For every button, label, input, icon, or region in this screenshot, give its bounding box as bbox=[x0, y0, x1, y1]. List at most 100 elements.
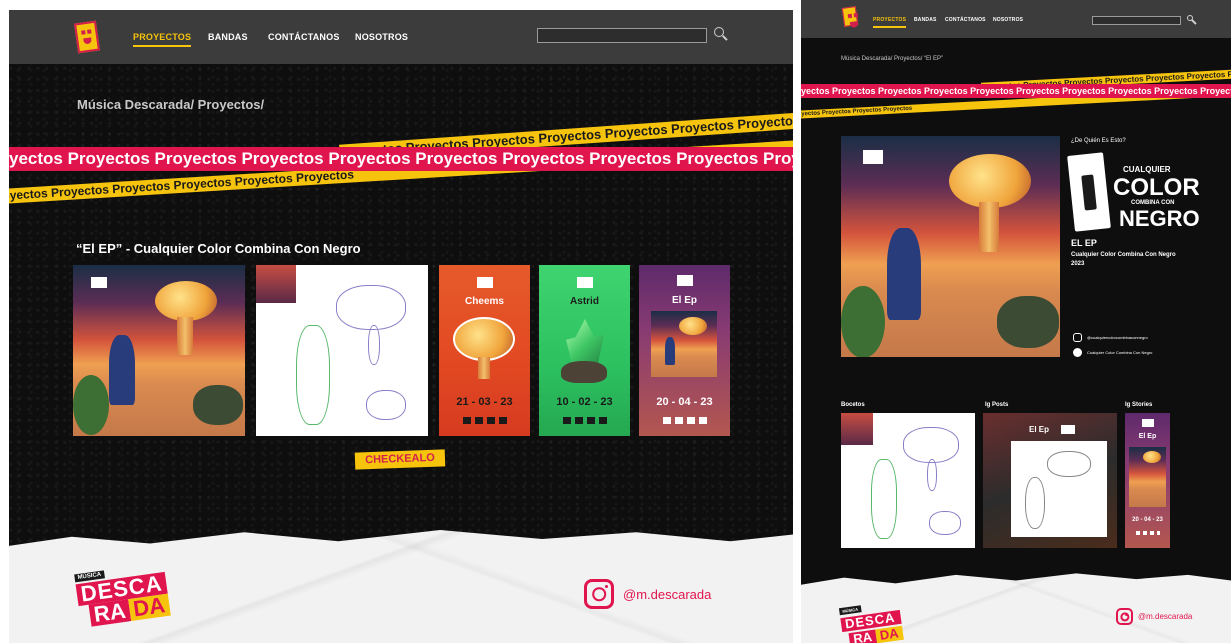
search-icon[interactable] bbox=[1187, 15, 1193, 21]
sketch-stem bbox=[927, 459, 937, 491]
sketch-cloud bbox=[903, 427, 959, 463]
rock bbox=[193, 385, 243, 425]
story-title: Cheems bbox=[465, 296, 504, 307]
nav-contactanos[interactable]: CONTÁCTANOS bbox=[945, 17, 986, 23]
character-figure bbox=[665, 337, 675, 365]
sketch-reference-image bbox=[256, 265, 296, 303]
sketch-cloud bbox=[336, 285, 406, 330]
instagram-icon[interactable] bbox=[1073, 333, 1082, 342]
search-input[interactable] bbox=[537, 28, 707, 43]
nav-bandas[interactable]: BANDAS bbox=[914, 17, 937, 23]
band-instagram[interactable]: @cualquiercolorcombinaconnegro bbox=[1087, 335, 1148, 340]
sketch-figure bbox=[871, 459, 897, 539]
breadcrumb: Música Descarada/ Proyectos/ bbox=[77, 97, 265, 112]
nav-proyectos[interactable]: PROYECTOS bbox=[873, 17, 907, 28]
sketch-thumbnail[interactable] bbox=[841, 413, 975, 548]
stage: PROYECTOS BANDAS CONTÁCTANOS NOSOTROS Mú… bbox=[0, 0, 1231, 643]
ig-post-thumbnail[interactable]: El Ep bbox=[983, 413, 1117, 548]
release-title: EL EP bbox=[1071, 238, 1097, 248]
breadcrumb: Música Descarada/ Proyectos/ “El EP” bbox=[841, 56, 944, 62]
project-title: “El EP” - Cualquier Color Combina Con Ne… bbox=[76, 241, 361, 256]
band-logo-icon bbox=[676, 275, 693, 286]
sketch-figure bbox=[1025, 477, 1045, 529]
character-figure bbox=[109, 335, 135, 405]
ig-story-thumbnail[interactable]: El Ep 20 - 04 - 23 bbox=[1125, 413, 1170, 548]
desktop-project-list-view: PROYECTOS BANDAS CONTÁCTANOS NOSOTROS Mú… bbox=[9, 10, 793, 643]
checkealo-button[interactable]: CHECKEALO bbox=[354, 449, 446, 470]
mushroom-cloud bbox=[679, 317, 707, 335]
nav-nosotros[interactable]: NOSOTROS bbox=[993, 17, 1023, 23]
project-cover-large bbox=[841, 136, 1060, 357]
instagram-handle[interactable]: @m.descarada bbox=[623, 587, 711, 602]
mushroom-cloud bbox=[949, 154, 1031, 208]
footer-brand-logo[interactable]: MÚSICA DESCA RA DA bbox=[838, 592, 904, 643]
top-navbar: PROYECTOS BANDAS CONTÁCTANOS NOSOTROS bbox=[801, 0, 1231, 38]
ribbon-red: yectos Proyectos Proyectos Proyectos Pro… bbox=[801, 84, 1231, 98]
cover-art-mini bbox=[651, 311, 717, 377]
release-year: 2023 bbox=[1071, 261, 1085, 267]
nav-bandas[interactable]: BANDAS bbox=[208, 32, 248, 42]
top-navbar: PROYECTOS BANDAS CONTÁCTANOS NOSOTROS bbox=[9, 10, 793, 64]
light-switch-icon bbox=[1067, 152, 1111, 232]
desktop-project-detail-view: PROYECTOS BANDAS CONTÁCTANOS NOSOTROS Mú… bbox=[801, 0, 1231, 643]
site-logo-icon[interactable] bbox=[74, 20, 100, 54]
whose-label: ¿De Quién Es Esto? bbox=[1071, 138, 1126, 144]
ig-story-title: El Ep bbox=[1138, 433, 1157, 440]
project-cover-thumbnail[interactable] bbox=[73, 265, 245, 436]
ig-post-title: El Ep bbox=[1029, 425, 1050, 434]
cloud-stem bbox=[177, 317, 193, 355]
story-thumbnail-cheems[interactable]: Cheems 21 - 03 - 23 bbox=[439, 265, 530, 436]
rock bbox=[997, 296, 1059, 348]
story-date: 10 - 02 - 23 bbox=[556, 396, 613, 408]
bush bbox=[841, 286, 885, 357]
band-spotify[interactable]: Cualquier Color Combina Con Negro bbox=[1087, 350, 1152, 355]
sketch-reference-image bbox=[841, 413, 873, 445]
instagram-handle[interactable]: @m.descarada bbox=[1138, 612, 1192, 621]
story-thumbnail-astrid[interactable]: Astrid 10 - 02 - 23 bbox=[539, 265, 630, 436]
band-logo-icon bbox=[1061, 425, 1075, 434]
logo-line-2b: DA bbox=[127, 592, 171, 621]
logo-line-2a: RA bbox=[88, 598, 131, 627]
story-thumbnail-el-ep[interactable]: El Ep 20 - 04 - 23 bbox=[639, 265, 730, 436]
section-ig-posts: Ig Posts bbox=[985, 402, 1009, 408]
character-figure bbox=[887, 228, 921, 320]
social-icons bbox=[1135, 531, 1160, 535]
sketch-rock bbox=[366, 390, 406, 420]
ig-post-sketch bbox=[1011, 441, 1107, 537]
band-logo-icon bbox=[576, 277, 593, 288]
story-date: 21 - 03 - 23 bbox=[456, 396, 513, 408]
bush bbox=[73, 375, 109, 435]
cover-art-mini bbox=[1129, 447, 1166, 507]
band-logo-icon bbox=[1141, 419, 1154, 427]
social-icons bbox=[662, 417, 707, 424]
nav-proyectos[interactable]: PROYECTOS bbox=[133, 32, 192, 47]
nav-nosotros[interactable]: NOSOTROS bbox=[355, 32, 408, 42]
section-bocetos: Bocetos bbox=[841, 402, 865, 408]
cloud-stem bbox=[478, 357, 490, 379]
cloud-stem bbox=[979, 202, 999, 252]
instagram-icon[interactable] bbox=[584, 579, 614, 609]
search-icon[interactable] bbox=[714, 27, 724, 37]
story-title: Astrid bbox=[570, 296, 599, 307]
band-logo-icon bbox=[863, 150, 883, 164]
sketch-thumbnail[interactable] bbox=[256, 265, 428, 436]
spotify-icon[interactable] bbox=[1073, 348, 1082, 357]
mushroom-cloud bbox=[155, 281, 217, 321]
sketch-cloud bbox=[1047, 451, 1091, 477]
site-logo-icon[interactable] bbox=[841, 6, 859, 27]
band-logo-line-2: COLOR bbox=[1113, 174, 1200, 201]
footer-brand-logo[interactable]: MÚSICA DESCA RA DA bbox=[73, 554, 171, 629]
band-logo-icon bbox=[476, 277, 493, 288]
sketch-figure bbox=[296, 325, 330, 425]
sketch-stem bbox=[368, 325, 380, 365]
band-logo-line-4: NEGRO bbox=[1119, 206, 1200, 231]
stone bbox=[561, 361, 607, 383]
story-title: El Ep bbox=[671, 295, 697, 306]
search-input[interactable] bbox=[1092, 16, 1181, 25]
release-artist: Cualquier Color Combina Con Negro bbox=[1071, 252, 1176, 258]
mushroom-cloud bbox=[453, 317, 515, 361]
band-logo-icon bbox=[91, 277, 107, 288]
nav-contactanos[interactable]: CONTÁCTANOS bbox=[268, 32, 340, 42]
sketch-rock bbox=[929, 511, 961, 535]
instagram-icon[interactable] bbox=[1116, 608, 1133, 625]
